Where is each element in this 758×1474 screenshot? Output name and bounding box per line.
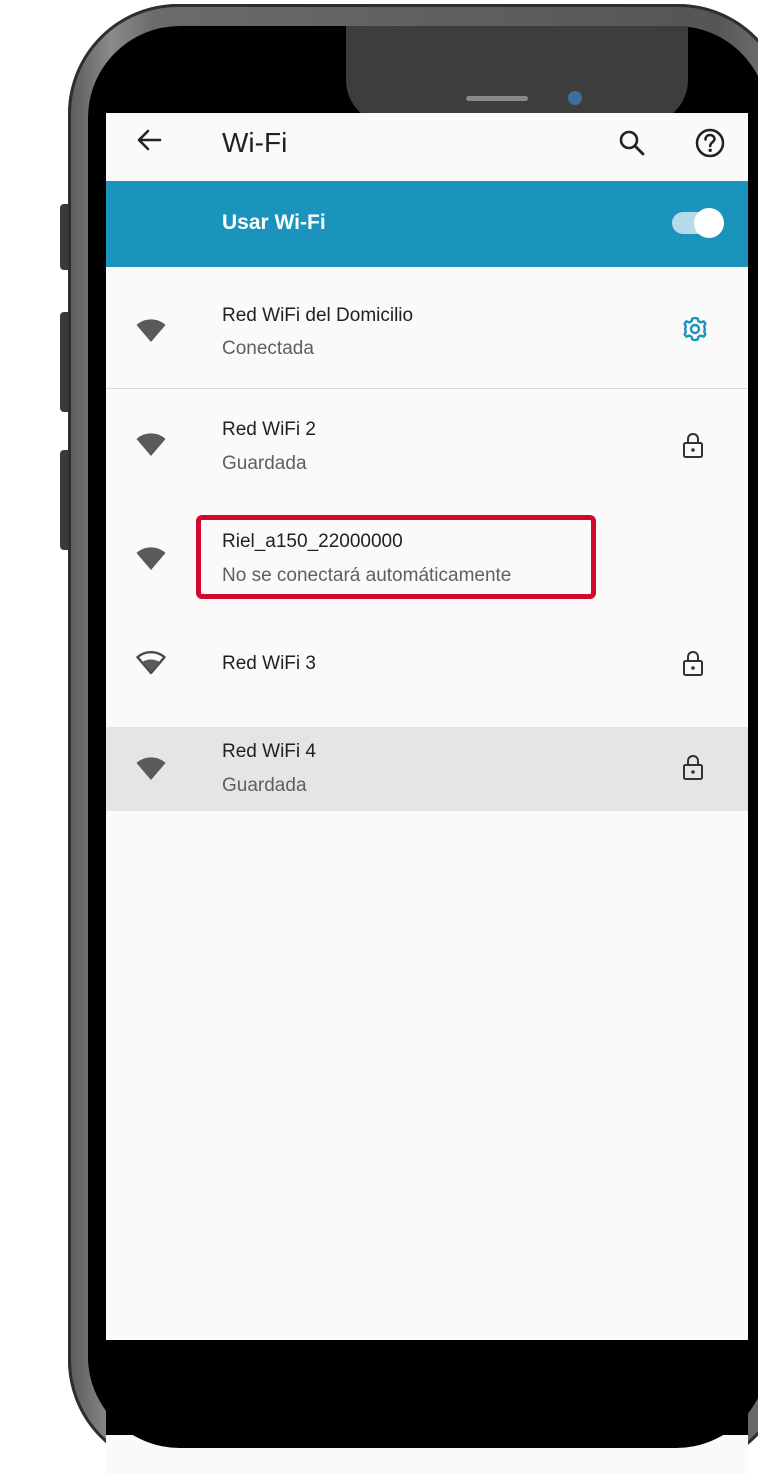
lock-icon [682,753,708,781]
network-item[interactable]: Red WiFi del Domicilio Conectada [106,267,748,389]
use-wifi-label: Usar Wi-Fi [222,211,326,234]
network-item[interactable]: Red WiFi 2 Guardada [106,389,748,501]
wifi-full-icon [136,757,166,781]
gear-icon[interactable] [682,315,708,343]
network-status: Guardada [222,775,307,796]
help-icon[interactable] [694,127,726,159]
wifi-full-icon [136,319,166,343]
network-name: Red WiFi 4 [222,741,316,762]
front-camera [568,91,582,105]
network-item[interactable]: Red WiFi 3 [106,611,748,721]
search-icon[interactable] [618,129,646,157]
wifi-switch[interactable] [672,208,724,238]
bottom-bezel [88,1340,758,1448]
app-bar: Wi-Fi [106,113,748,181]
speaker-slot [466,96,528,101]
use-wifi-bar[interactable]: Usar Wi-Fi [106,181,748,267]
canvas: Wi-Fi Usar Wi-Fi Red WiFi del Domicilio [0,0,758,1474]
network-name: Red WiFi del Domicilio [222,305,414,326]
network-name: Red WiFi 3 [222,653,316,674]
wifi-full-icon [136,547,166,571]
network-name: Red WiFi 2 [222,419,316,440]
highlight-box [196,515,596,599]
network-item[interactable]: Red WiFi 4 Guardada [106,727,748,811]
wifi-full-icon [136,433,166,457]
screen: Wi-Fi Usar Wi-Fi Red WiFi del Domicilio [106,113,748,1474]
arrow-left-icon[interactable] [136,127,162,159]
network-status: Guardada [222,453,307,474]
wifi-switch-knob [694,208,724,238]
page-title: Wi-Fi [222,127,288,158]
wifi-outline-icon [136,650,166,675]
notch [346,26,688,124]
lock-icon [682,649,708,677]
lock-icon [682,431,708,459]
network-status: Conectada [222,338,314,359]
